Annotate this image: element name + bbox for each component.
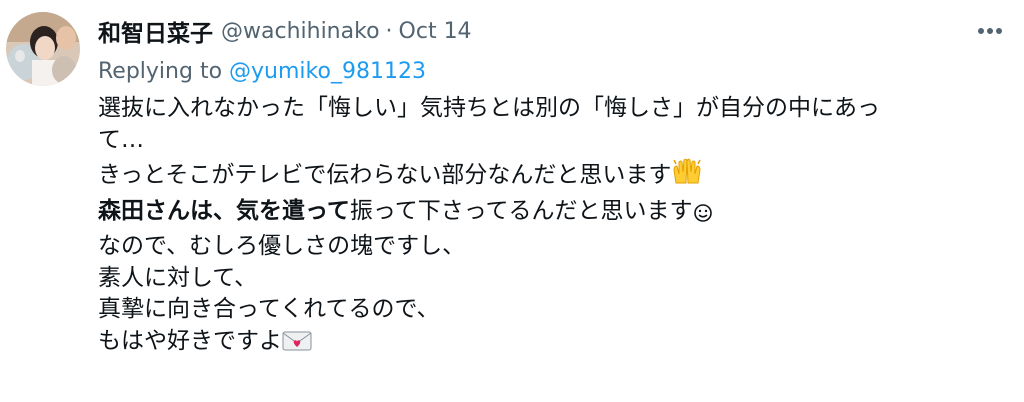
tweet-line: 真摯に向き合ってくれてるので、 [98,296,440,322]
tweet-line: 選抜に入れなかった「悔しい」気持ちとは別の「悔しさ」が自分の中にあっ [98,95,880,121]
tweet-line-bold: 森田さんは、気を遣って [98,197,350,224]
raising-hands-emoji [671,156,703,196]
more-horizontal-icon [978,28,1002,34]
tweet-line-text: 振って下さってるんだと思います [349,197,693,224]
replying-to-label: Replying to [98,59,230,84]
tweet-line: 素人に対して、 [98,264,258,291]
love-letter-emoji [282,330,312,362]
display-name[interactable]: 和智日菜子 [98,14,213,48]
avatar[interactable] [6,12,80,86]
smiling-face-emoji [693,200,713,232]
more-options-button[interactable] [970,16,1010,46]
replying-to: Replying to @yumiko_981123 [98,59,426,84]
reply-mention-link[interactable]: @yumiko_981123 [229,59,426,84]
tweet-line: て… [98,126,144,153]
tweet-line: 森田さんは、気を遣って振って下さってるんだと思います [98,196,1008,232]
tweet-date[interactable]: Oct 14 [399,19,472,44]
avatar-image [6,12,80,86]
tweet-text: 選抜に入れなかった「悔しい」気持ちとは別の「悔しさ」が自分の中にあっ て… きっ… [98,93,1008,361]
tweet-line: きっとそこがテレビで伝わらない部分なんだと思います [98,156,1008,196]
tweet-line-text: もはや好きですよ [98,327,282,354]
tweet-line-text: きっとそこがテレビで伝わらない部分なんだと思います [98,162,672,188]
tweet-line: なので、むしろ優しさの塊ですし、 [98,233,466,259]
separator-dot: · [385,18,393,44]
tweet-header: 和智日菜子 @wachihinako · Oct 14 [98,14,472,48]
tweet[interactable]: 和智日菜子 @wachihinako · Oct 14 Replying to … [0,0,1024,402]
username-handle[interactable]: @wachihinako [221,19,380,44]
tweet-line: もはや好きですよ [98,326,1008,362]
